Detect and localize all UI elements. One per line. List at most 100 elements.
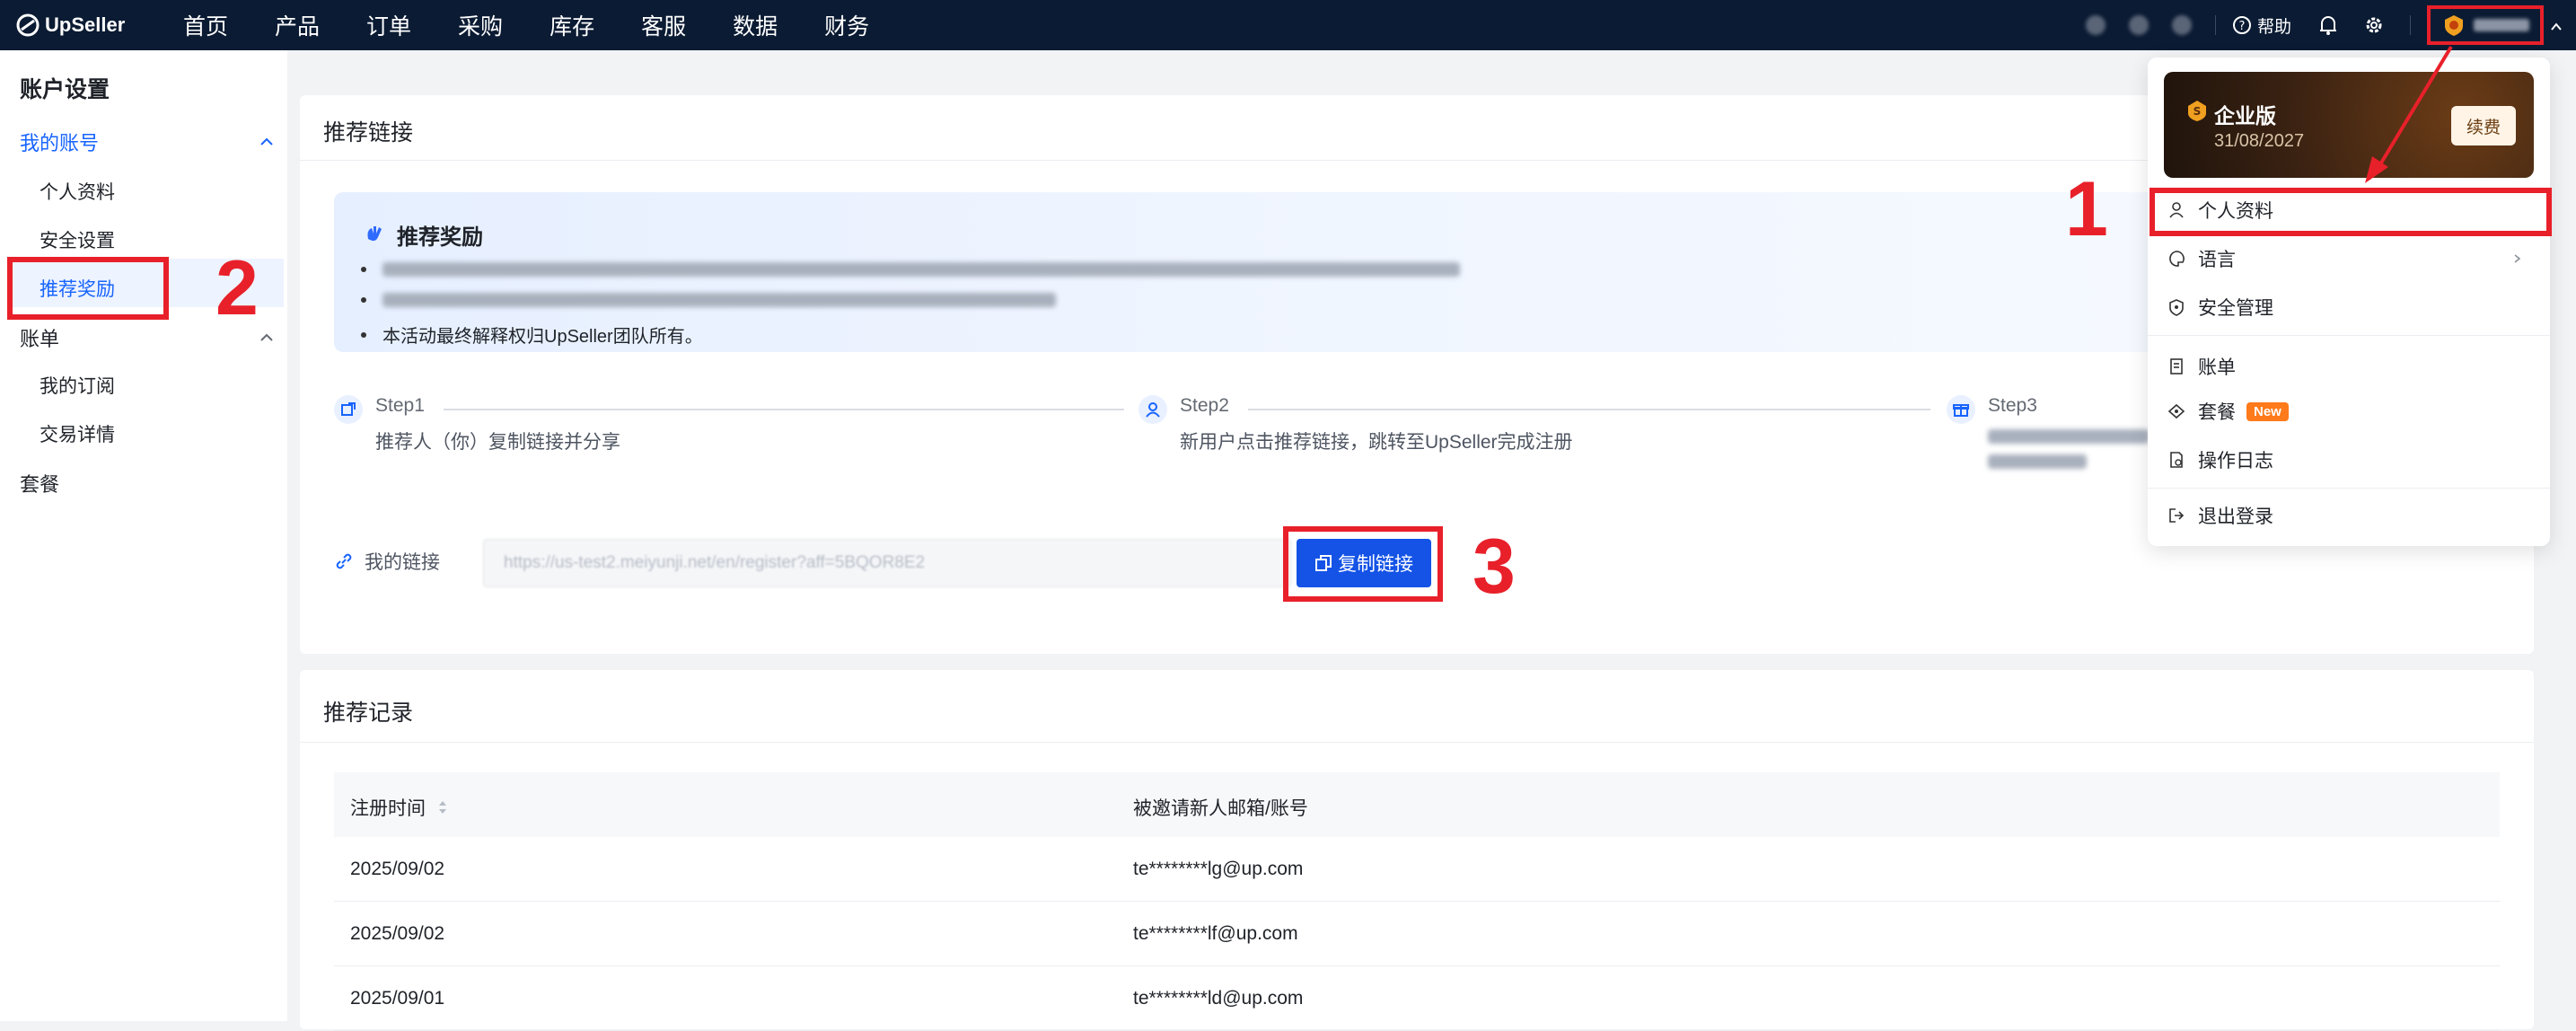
menu-finance[interactable]: 财务 <box>824 9 869 41</box>
annotation-number-3: 3 <box>1473 524 1516 610</box>
sort-icon[interactable] <box>436 798 449 816</box>
cell-email: te********lf@up.com <box>1133 923 1298 944</box>
dropdown-item-logout[interactable]: 退出登录 <box>2148 493 2550 538</box>
svg-text:?: ? <box>2239 20 2246 33</box>
highlight-box-profile <box>2150 188 2552 236</box>
card-title: 推荐链接 <box>323 120 414 145</box>
records-table-header: 注册时间 被邀请新人邮箱/账号 <box>334 772 2500 837</box>
blurred-icon[interactable] <box>2085 15 2106 35</box>
sidebar-title: 账户设置 <box>20 77 110 102</box>
referral-link-input[interactable]: https://us-test2.meiyunji.net/en/registe… <box>483 539 1291 587</box>
step-3: Step3 <box>1947 395 2150 469</box>
annotation-arrow <box>2365 45 2453 183</box>
help-icon: ? <box>2232 16 2251 34</box>
table-row: 2025/09/01 te********ld@up.com <box>334 966 2500 1031</box>
highlight-box-copy <box>1283 526 1443 602</box>
hand-wave-icon <box>367 226 382 242</box>
user-dropdown-menu: S 企业版 31/08/2027 续费 个人资料 语言 安全管理 账单 套餐 N… <box>2148 57 2550 546</box>
table-row: 2025/09/02 te********lf@up.com <box>334 902 2500 966</box>
blurred-icon[interactable] <box>2128 15 2149 35</box>
sidebar-item-transactions[interactable]: 交易详情 <box>40 420 115 447</box>
cell-email: te********ld@up.com <box>1133 988 1304 1009</box>
upseller-logo[interactable]: UpSeller <box>16 13 169 37</box>
cell-date: 2025/09/02 <box>350 923 445 944</box>
cell-email: te********lg@up.com <box>1133 859 1304 879</box>
svg-text:S: S <box>2194 105 2202 118</box>
card-divider <box>300 742 2534 743</box>
help-link[interactable]: ? 帮助 <box>2232 13 2291 38</box>
user-avatar-icon <box>2445 15 2463 36</box>
step-connector <box>1248 409 1930 410</box>
new-badge: New <box>2246 401 2289 421</box>
column-register-time[interactable]: 注册时间 <box>350 794 449 821</box>
banner-rule-2 <box>361 293 1056 307</box>
gift-icon <box>1947 395 1975 424</box>
menu-data[interactable]: 数据 <box>733 9 778 41</box>
sidebar-group-label: 账单 <box>20 328 60 350</box>
chevron-up-icon <box>260 137 273 145</box>
banner-rule-3: 本活动最终解释权归UpSeller团队所有。 <box>361 322 703 348</box>
step-label: Step2 <box>1180 395 1229 416</box>
dropdown-item-language[interactable]: 语言 <box>2148 236 2550 281</box>
bill-icon <box>2170 358 2183 375</box>
renew-button[interactable]: 续费 <box>2451 106 2516 145</box>
link-icon <box>336 553 352 569</box>
cell-date: 2025/09/02 <box>350 859 445 879</box>
step-label: Step3 <box>1988 395 2037 416</box>
user-name: test_xx <box>2474 19 2529 31</box>
palette-icon <box>2169 251 2185 267</box>
dropdown-item-plan[interactable]: 套餐 New <box>2148 389 2550 434</box>
sidebar-group-plan[interactable]: 套餐 <box>20 469 275 498</box>
step-connector <box>444 409 1124 410</box>
menu-products[interactable]: 产品 <box>275 9 320 41</box>
menu-inventory[interactable]: 库存 <box>549 9 594 41</box>
notification-bell-icon[interactable] <box>2318 14 2338 36</box>
log-icon <box>2170 452 2183 468</box>
sidebar-item-subscription[interactable]: 我的订阅 <box>40 372 115 399</box>
my-link-label: 我的链接 <box>334 548 440 575</box>
chevron-up-icon <box>2551 22 2562 31</box>
plan-card: S 企业版 31/08/2027 续费 <box>2164 72 2534 178</box>
banner-title: 推荐奖励 <box>397 225 483 250</box>
sidebar-group-my-account[interactable]: 我的账号 <box>20 128 275 156</box>
chevron-right-icon <box>2514 254 2521 263</box>
user-menu-trigger[interactable]: test_xx <box>2427 5 2562 45</box>
nav-divider <box>2214 15 2216 35</box>
step-label: Step1 <box>375 395 425 416</box>
table-row: 2025/09/02 te********lg@up.com <box>334 837 2500 902</box>
sidebar-item-profile[interactable]: 个人资料 <box>40 178 115 205</box>
banner-rule-1 <box>361 262 1460 277</box>
diamond-icon <box>2167 403 2185 419</box>
plan-name: 企业版 <box>2214 104 2276 128</box>
menu-purchase[interactable]: 采购 <box>458 9 503 41</box>
sidebar-group-label: 我的账号 <box>20 132 100 154</box>
plan-expiry: 31/08/2027 <box>2214 131 2305 151</box>
plan-badge-icon: S <box>2188 101 2206 121</box>
chevron-up-icon <box>260 333 273 341</box>
sidebar-item-security[interactable]: 安全设置 <box>40 226 115 253</box>
menu-orders[interactable]: 订单 <box>366 9 411 41</box>
dropdown-item-operation-log[interactable]: 操作日志 <box>2148 437 2550 482</box>
logo-icon <box>16 13 40 37</box>
step-2: Step2 新用户点击推荐链接，跳转至UpSeller完成注册 <box>1139 395 1573 454</box>
main-menu: 首页 产品 订单 采购 库存 客服 数据 财务 <box>183 0 916 50</box>
step-1: Step1 推荐人（你）复制链接并分享 <box>334 395 620 454</box>
dropdown-divider <box>2148 335 2550 336</box>
step-desc: 推荐人（你）复制链接并分享 <box>375 432 620 453</box>
dropdown-item-bill[interactable]: 账单 <box>2148 344 2550 389</box>
menu-home[interactable]: 首页 <box>183 9 228 41</box>
dropdown-item-security[interactable]: 安全管理 <box>2148 285 2550 330</box>
step-desc: 新用户点击推荐链接，跳转至UpSeller完成注册 <box>1180 432 1573 453</box>
top-navbar: UpSeller 首页 产品 订单 采购 库存 客服 数据 财务 ? 帮助 te… <box>0 0 2576 50</box>
user-icon <box>1139 395 1167 424</box>
shield-icon <box>2169 299 2184 316</box>
annotation-number-2: 2 <box>215 245 259 331</box>
annotation-number-1: 1 <box>2065 166 2108 252</box>
logo-text: UpSeller <box>45 13 126 36</box>
menu-customer-service[interactable]: 客服 <box>641 9 686 41</box>
help-label: 帮助 <box>2256 17 2291 37</box>
cell-date: 2025/09/01 <box>350 988 445 1009</box>
blurred-icon[interactable] <box>2171 15 2192 35</box>
settings-gear-icon[interactable] <box>2363 14 2385 36</box>
nav-right-tools: ? 帮助 test_xx <box>2085 0 2576 50</box>
